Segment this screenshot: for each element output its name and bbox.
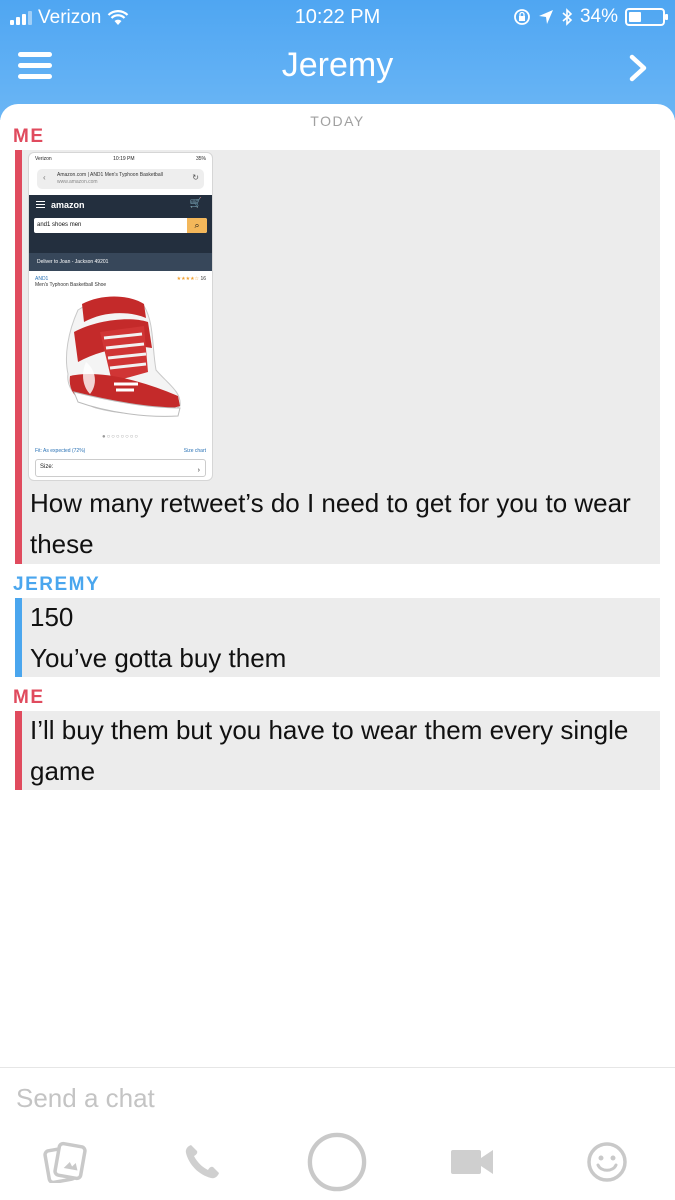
status-bar: Verizon 10:22 PM 34% (0, 0, 675, 36)
attachment-url-domain: www.amazon.com (57, 179, 98, 185)
video-icon (451, 1150, 493, 1174)
attachment-url-title: Amazon.com | AND1 Men's Typhoon Basketba… (57, 172, 163, 178)
battery-icon (625, 8, 668, 26)
attachment-status-bar: Verizon 10:19 PM 35% (29, 153, 212, 165)
attachment-size-chart: Size chart (183, 448, 206, 454)
attachment-back-icon: ‹ (43, 173, 46, 182)
attachment-size-select: Size: › (35, 459, 206, 477)
attachment-product-name: Men's Typhoon Basketball Shoe (35, 282, 107, 288)
bluetooth-icon (562, 8, 573, 26)
attachment-fit-row: Fit: As expected (72%) Size chart (29, 440, 212, 454)
attachment-browser-nav: ← → ⌂ ⇪ ▢ (29, 477, 212, 480)
screenshot-attachment[interactable]: Verizon 10:19 PM 35% ‹ Amazon.com | AND1… (28, 152, 213, 481)
composer-divider (0, 1067, 675, 1068)
memories-icon (43, 1141, 87, 1183)
message-bubble[interactable]: 150 You’ve gotta buy them (15, 598, 660, 677)
sender-label: JEREMY (13, 574, 101, 595)
shoe-image (65, 296, 181, 417)
capture-circle-icon (307, 1132, 367, 1192)
attachment-deliver-to: Deliver to Joan - Jackson 49201 (29, 253, 212, 271)
attachment-battery: 35% (195, 156, 206, 162)
sender-label: ME (13, 687, 45, 708)
attachment-store-header: amazon 🛒 and1 shoes men ⌕ (29, 195, 212, 253)
emoji-button[interactable] (577, 1132, 637, 1192)
message-text: 150 (30, 602, 74, 632)
attachment-fit: Fit: As expected (72%) (35, 448, 86, 454)
attachment-menu-icon (36, 201, 45, 210)
attachment-store-logo: amazon (51, 200, 85, 210)
status-right: 34% (513, 6, 668, 28)
message-bubble[interactable]: I’ll buy them but you have to wear them … (15, 711, 660, 790)
emoji-icon (587, 1142, 627, 1182)
message-text: You’ve gotta buy them (30, 643, 287, 673)
attachment-search-icon: ⌕ (187, 218, 207, 233)
location-icon (538, 10, 553, 24)
attachment-time: 10:19 PM (113, 156, 135, 162)
phone-icon (185, 1145, 219, 1179)
attachment-url-bar: ‹ Amazon.com | AND1 Men's Typhoon Basket… (37, 169, 204, 189)
attachment-search-box: and1 shoes men ⌕ (34, 218, 207, 233)
chat-title: Jeremy (281, 46, 394, 84)
call-button[interactable] (172, 1132, 232, 1192)
attachment-reload-icon: ↻ (192, 173, 199, 182)
chat-input[interactable] (16, 1080, 656, 1116)
attachment-brand: AND1 ★★★★☆ 16 (35, 276, 206, 282)
rotation-lock-icon (514, 9, 530, 25)
memories-button[interactable] (36, 1132, 96, 1192)
sender-bar (15, 150, 22, 564)
date-divider: TODAY (310, 113, 365, 129)
capture-button[interactable] (307, 1132, 367, 1192)
sender-label: ME (13, 126, 45, 147)
video-call-button[interactable] (442, 1132, 502, 1192)
battery-percent: 34% (579, 6, 618, 27)
attachment-rating: ★★★★☆ 16 (176, 276, 206, 282)
message-text: How many retweet’s do I need to get for … (30, 488, 631, 559)
sender-bar (15, 711, 22, 790)
attachment-cart-icon: 🛒 (189, 198, 202, 209)
attachment-carrier: Verizon (35, 156, 52, 162)
attachment-search-query: and1 shoes men (37, 222, 82, 228)
chat-header: Verizon 10:22 PM 34% Jeremy (0, 0, 675, 120)
sender-bar (15, 598, 22, 677)
message-text: I’ll buy them but you have to wear them … (30, 715, 629, 786)
chat-area[interactable]: TODAY ME Verizon 10:19 PM 35% ‹ Amazon.c… (0, 104, 675, 1068)
message-bubble[interactable]: Verizon 10:19 PM 35% ‹ Amazon.com | AND1… (15, 150, 660, 564)
chevron-right-icon[interactable] (623, 52, 653, 84)
